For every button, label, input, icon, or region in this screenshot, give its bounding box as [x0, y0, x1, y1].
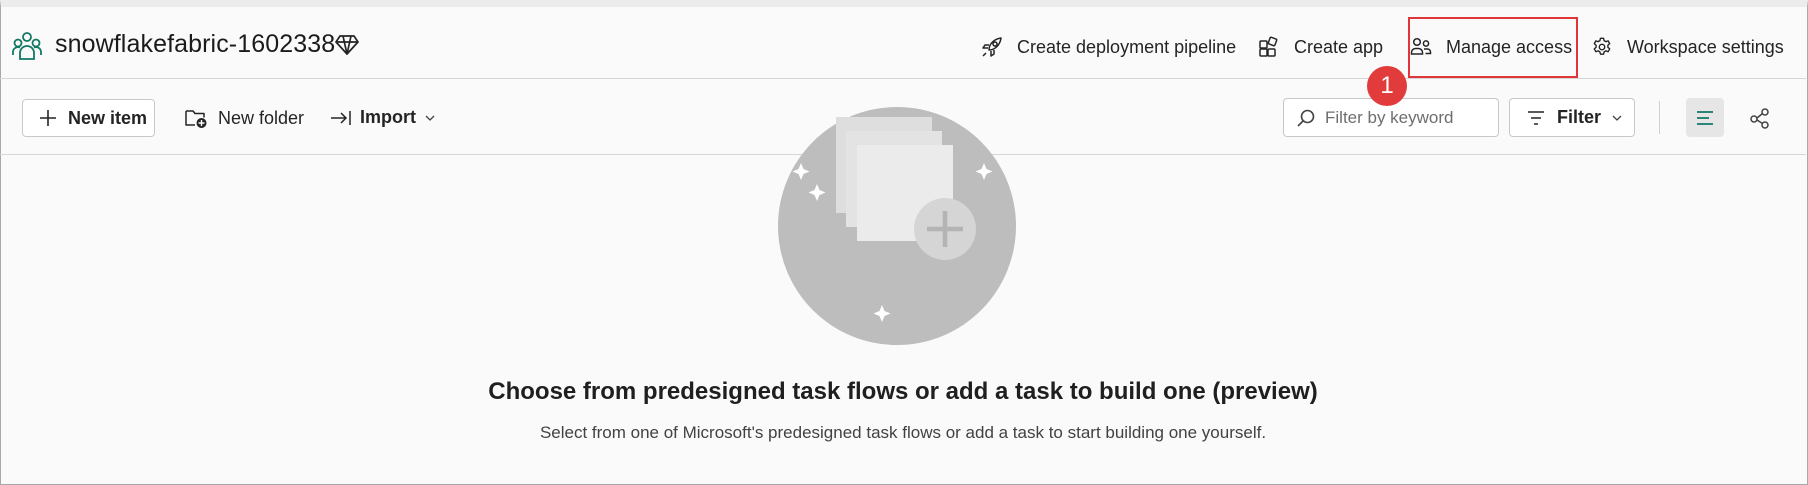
chevron-down-icon: [425, 115, 435, 121]
workspace-name: snowflakefabric-1602338: [55, 30, 336, 58]
gear-icon: [1593, 37, 1611, 55]
step-badge: 1: [1367, 66, 1407, 106]
lineage-view-icon: [1750, 107, 1769, 129]
lineage-view-toggle[interactable]: [1741, 98, 1779, 137]
import-arrow-icon: [331, 110, 351, 125]
create-app-label: Create app: [1294, 36, 1384, 57]
app-grid-icon: [1259, 36, 1278, 57]
chevron-down-icon: [1612, 115, 1622, 121]
empty-state-subtitle: Select from one of Microsoft's predesign…: [539, 423, 1267, 442]
workspace-settings-label: Workspace settings: [1627, 36, 1784, 57]
workspace-people-icon: [12, 32, 42, 60]
empty-state-title: Choose from predesigned task flows or ad…: [488, 378, 1318, 405]
list-view-toggle[interactable]: [1686, 98, 1724, 137]
list-view-icon: [1697, 110, 1713, 125]
import-dropdown[interactable]: Import: [330, 107, 436, 128]
premium-diamond-icon: [335, 35, 359, 55]
new-item-button[interactable]: New item: [22, 99, 155, 137]
workspace-settings-button[interactable]: Workspace settings: [1591, 32, 1784, 62]
create-deployment-pipeline-label: Create deployment pipeline: [1017, 36, 1237, 57]
search-icon: [1297, 109, 1315, 127]
create-deployment-pipeline-button[interactable]: Create deployment pipeline: [981, 32, 1236, 62]
rocket-icon: [982, 37, 1002, 57]
new-item-label: New item: [68, 107, 148, 128]
filter-label: Filter: [1557, 107, 1602, 127]
task-flow-illustration: [778, 107, 1016, 345]
plus-icon: [40, 110, 56, 126]
manage-access-highlight: [1408, 17, 1578, 78]
new-folder-label: New folder: [218, 107, 305, 128]
new-folder-button[interactable]: New folder: [184, 107, 304, 129]
create-app-button[interactable]: Create app: [1258, 32, 1383, 62]
import-label: Import: [360, 107, 416, 127]
toolbar-divider: [1659, 101, 1660, 134]
folder-add-icon: [185, 110, 207, 128]
filter-button[interactable]: Filter: [1509, 98, 1635, 137]
search-input[interactable]: [1325, 107, 1495, 128]
filter-lines-icon: [1528, 110, 1544, 125]
